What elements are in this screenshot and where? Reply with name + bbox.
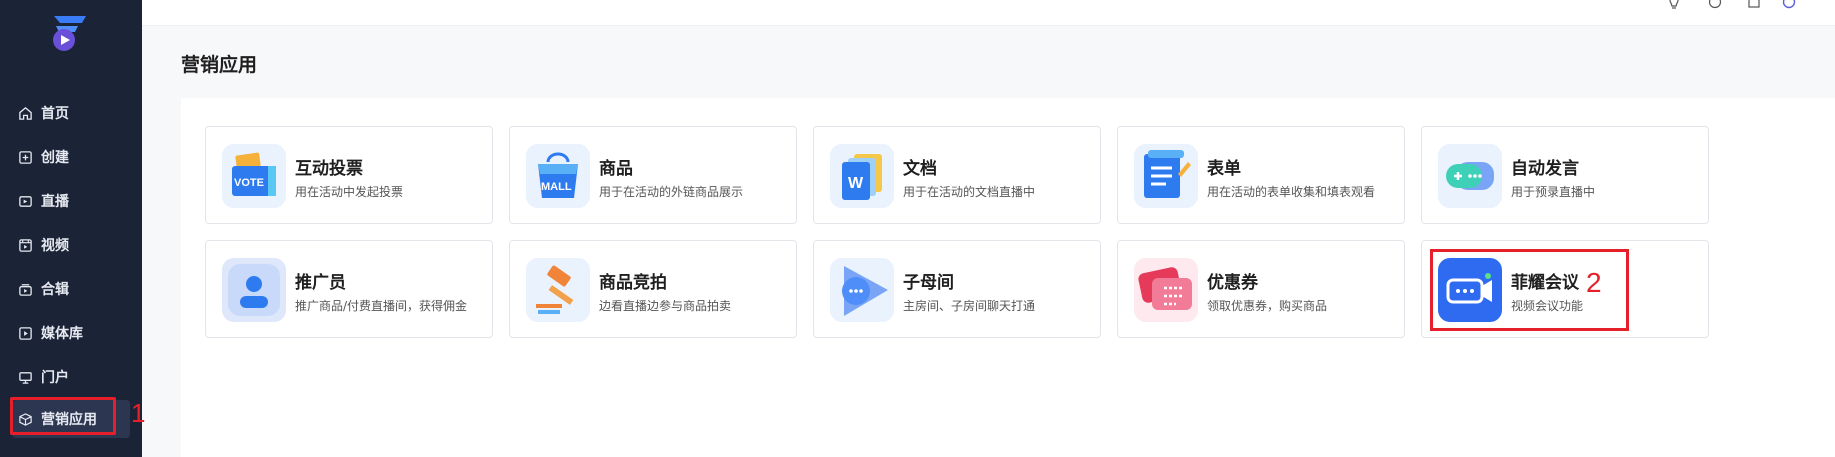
sidebar-item-label: 营销应用 bbox=[41, 412, 97, 428]
cube-icon bbox=[17, 411, 33, 427]
monitor-icon bbox=[17, 369, 33, 385]
sidebar-item-label: 门户 bbox=[41, 370, 69, 386]
app-title: 商品竞拍 bbox=[599, 273, 667, 293]
app-card-coupon[interactable]: 优惠券 领取优惠券，购买商品 bbox=[1117, 240, 1405, 338]
app-card-vote[interactable]: VOTE 互动投票 用在活动中发起投票 bbox=[205, 126, 493, 224]
plus-square-icon bbox=[17, 149, 33, 165]
app-title: 推广员 bbox=[295, 273, 346, 293]
top-header bbox=[142, 0, 1835, 26]
app-description: 用在活动的表单收集和填表观看 bbox=[1207, 185, 1376, 199]
app-title: 互动投票 bbox=[295, 159, 363, 179]
sidebar-item-label: 首页 bbox=[41, 106, 69, 122]
app-description: 用于在活动的文档直播中 bbox=[903, 185, 1036, 199]
sub-room-icon bbox=[830, 258, 894, 322]
document-icon: W bbox=[830, 144, 894, 208]
sidebar-item-label: 视频 bbox=[41, 238, 69, 254]
sidebar: 首页 创建 直播 视频 合辑 媒体库 门户 营销应用 bbox=[0, 0, 142, 457]
sidebar-item-label: 媒体库 bbox=[41, 326, 83, 342]
sidebar-item-label: 直播 bbox=[41, 194, 69, 210]
home-icon bbox=[17, 105, 33, 121]
app-description: 视频会议功能 bbox=[1511, 299, 1584, 313]
coupon-icon bbox=[1134, 258, 1198, 322]
sidebar-item-media-library[interactable]: 媒体库 bbox=[12, 314, 130, 352]
app-title: 文档 bbox=[903, 159, 937, 179]
annotation-number-1: 1 bbox=[131, 398, 146, 428]
sidebar-item-video[interactable]: 视频 bbox=[12, 226, 130, 264]
app-card-auto-chat[interactable]: 自动发言 用于预录直播中 bbox=[1421, 126, 1709, 224]
mall-bag-icon: MALL bbox=[526, 144, 590, 208]
svg-text:MALL: MALL bbox=[541, 181, 572, 193]
app-description: 领取优惠券，购买商品 bbox=[1207, 299, 1328, 313]
promoter-icon bbox=[222, 258, 286, 322]
app-description: 主房间、子房间聊天打通 bbox=[903, 299, 1036, 313]
live-icon bbox=[17, 193, 33, 209]
app-card-promoter[interactable]: 推广员 推广商品/付费直播间，获得佣金 bbox=[205, 240, 493, 338]
form-icon bbox=[1134, 144, 1198, 208]
app-card-form[interactable]: 表单 用在活动的表单收集和填表观看 bbox=[1117, 126, 1405, 224]
app-title: 菲耀会议 bbox=[1511, 273, 1579, 293]
auction-hammer-icon bbox=[526, 258, 590, 322]
app-title: 商品 bbox=[599, 159, 633, 179]
app-card-sub-room[interactable]: 子母间 主房间、子房间聊天打通 bbox=[813, 240, 1101, 338]
sidebar-item-collection[interactable]: 合辑 bbox=[12, 270, 130, 308]
app-description: 用于在活动的外链商品展示 bbox=[599, 185, 744, 199]
page-title: 营销应用 bbox=[181, 54, 258, 76]
user-avatar-icon[interactable] bbox=[1782, 0, 1796, 9]
auto-chat-icon bbox=[1438, 144, 1502, 208]
app-card-mall[interactable]: MALL 商品 用于在活动的外链商品展示 bbox=[509, 126, 797, 224]
sidebar-item-create[interactable]: 创建 bbox=[12, 138, 130, 176]
sidebar-item-label: 创建 bbox=[41, 150, 69, 166]
app-title: 子母间 bbox=[903, 273, 954, 293]
app-title: 表单 bbox=[1207, 159, 1241, 179]
app-card-document[interactable]: W 文档 用于在活动的文档直播中 bbox=[813, 126, 1101, 224]
app-title: 自动发言 bbox=[1511, 159, 1579, 179]
app-description: 用于预录直播中 bbox=[1511, 185, 1596, 199]
bulb-icon[interactable] bbox=[1667, 0, 1681, 9]
video-meeting-icon bbox=[1438, 258, 1502, 322]
help-icon[interactable] bbox=[1708, 0, 1722, 9]
sidebar-item-label: 合辑 bbox=[41, 282, 69, 298]
message-icon[interactable] bbox=[1747, 0, 1761, 8]
video-icon bbox=[17, 237, 33, 253]
media-library-icon bbox=[17, 325, 33, 341]
collection-icon bbox=[17, 281, 33, 297]
sidebar-item-portal[interactable]: 门户 bbox=[12, 358, 130, 396]
sidebar-item-home[interactable]: 首页 bbox=[12, 94, 130, 132]
sidebar-item-marketing-apps[interactable]: 营销应用 bbox=[12, 400, 130, 438]
app-description: 用在活动中发起投票 bbox=[295, 185, 404, 199]
app-card-video-meeting[interactable]: 菲耀会议 视频会议功能 bbox=[1421, 240, 1709, 338]
sidebar-item-live[interactable]: 直播 bbox=[12, 182, 130, 220]
app-title: 优惠券 bbox=[1207, 273, 1258, 293]
svg-text:W: W bbox=[848, 175, 864, 192]
app-description: 推广商品/付费直播间，获得佣金 bbox=[295, 299, 468, 313]
logo-icon[interactable] bbox=[44, 8, 92, 54]
vote-icon: VOTE bbox=[222, 144, 286, 208]
annotation-number-2: 2 bbox=[1586, 267, 1602, 298]
app-description: 边看直播边参与商品拍卖 bbox=[599, 299, 732, 313]
svg-text:VOTE: VOTE bbox=[234, 177, 264, 189]
app-card-auction[interactable]: 商品竞拍 边看直播边参与商品拍卖 bbox=[509, 240, 797, 338]
